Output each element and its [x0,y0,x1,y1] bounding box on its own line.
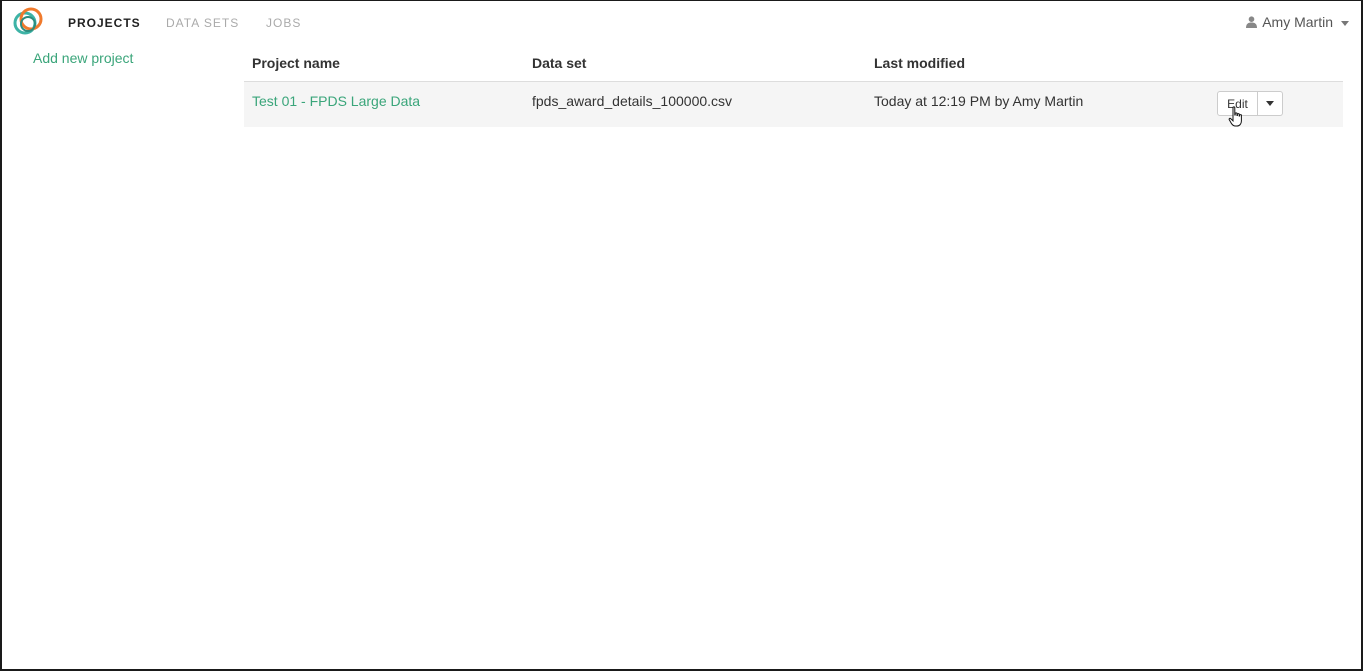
nav-tab-projects[interactable]: PROJECTS [68,16,141,30]
column-header-project-name[interactable]: Project name [252,55,340,71]
row-actions-dropdown-button[interactable] [1258,91,1283,116]
project-name-link[interactable]: Test 01 - FPDS Large Data [252,93,420,109]
edit-button[interactable]: Edit [1217,91,1258,116]
table-header: Project name Data set Last modified [244,50,1343,82]
caret-down-icon [1266,101,1274,106]
data-set-cell: fpds_award_details_100000.csv [532,93,733,109]
user-menu[interactable]: Amy Martin [1246,14,1349,30]
projects-table: Project name Data set Last modified Test… [244,50,1343,127]
table-row: Test 01 - FPDS Large Data fpds_award_det… [244,82,1343,127]
user-icon [1246,16,1258,28]
user-name: Amy Martin [1262,14,1333,30]
top-navigation: PROJECTS DATA SETS JOBS Amy Martin [0,0,1363,44]
last-modified-cell: Today at 12:19 PM by Amy Martin [874,93,1084,109]
column-header-last-modified[interactable]: Last modified [874,55,965,71]
nav-tab-data-sets[interactable]: DATA SETS [166,16,239,30]
column-header-data-set[interactable]: Data set [532,55,586,71]
row-actions-button-group: Edit [1217,91,1283,116]
app-logo-icon[interactable] [11,6,45,38]
chevron-down-icon [1341,20,1349,26]
nav-tab-jobs[interactable]: JOBS [266,16,301,30]
add-new-project-link[interactable]: Add new project [33,50,133,66]
